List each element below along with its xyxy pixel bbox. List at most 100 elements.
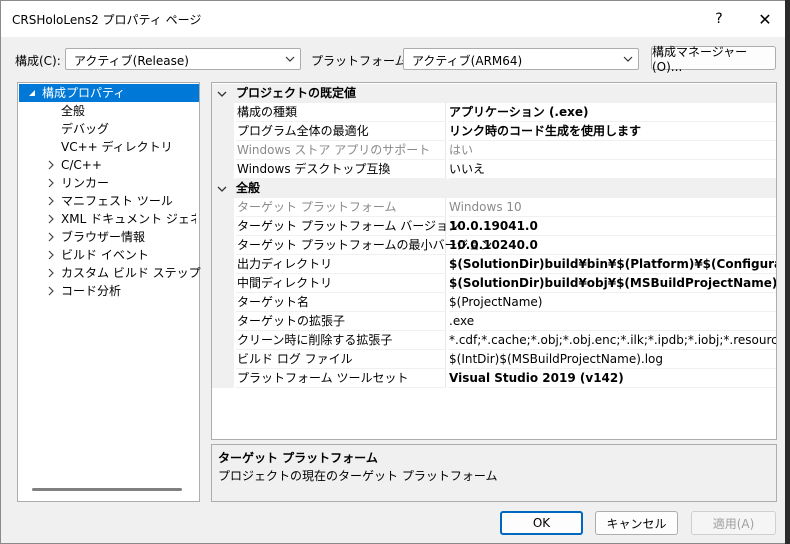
cancel-label: キャンセル <box>606 516 667 531</box>
tree-item-label: 構成プロパティ <box>42 86 126 100</box>
apply-button[interactable]: 適用(A) <box>691 511 776 535</box>
tree-item-label: ビルド イベント <box>61 248 149 262</box>
category-general[interactable]: 全般 <box>212 179 776 198</box>
row-gutter <box>212 160 234 179</box>
row-gutter <box>212 312 234 331</box>
chevron-down-icon <box>285 56 295 62</box>
property-value[interactable]: $(SolutionDir)build¥bin¥$(Platform)¥$(Co… <box>449 255 776 274</box>
property-value[interactable]: リンク時のコード生成を使用します <box>449 122 776 141</box>
tree-item-label: C/C++ <box>61 158 102 172</box>
property-name: ターゲット プラットフォームの最小バージョン <box>236 236 492 255</box>
property-value[interactable]: .exe <box>449 312 776 331</box>
property-tree[interactable]: 構成プロパティ 全般 デバッグ VC++ ディレクトリ C/C++ リンカー マ… <box>17 82 201 502</box>
apply-label: 適用(A) <box>712 516 755 531</box>
property-name: プログラム全体の最適化 <box>236 122 446 141</box>
grid-row[interactable]: 出力ディレクトリ $(SolutionDir)build¥bin¥$(Platf… <box>212 255 776 274</box>
property-value[interactable]: $(SolutionDir)build¥obj¥$(MSBuildProject… <box>449 274 776 293</box>
category-project-defaults[interactable]: プロジェクトの既定値 <box>212 84 776 103</box>
property-name: 出力ディレクトリ <box>236 255 446 274</box>
chevron-down-icon <box>217 186 227 192</box>
property-name: ターゲットの拡張子 <box>236 312 446 331</box>
tree-item-label: VC++ ディレクトリ <box>61 140 173 154</box>
grid-row[interactable]: ビルド ログ ファイル $(IntDir)$(MSBuildProjectNam… <box>212 350 776 369</box>
platform-select[interactable]: アクティブ(ARM64) <box>403 48 639 70</box>
property-value[interactable]: *.cdf;*.cache;*.obj;*.obj.enc;*.ilk;*.ip… <box>449 331 776 350</box>
description-panel: ターゲット プラットフォーム プロジェクトの現在のターゲット プラットフォーム <box>211 444 777 502</box>
tree-item-label: ブラウザー情報 <box>61 230 146 244</box>
row-gutter <box>212 350 234 369</box>
property-value[interactable]: Windows 10 <box>449 198 776 217</box>
tree-item-debugging[interactable]: デバッグ <box>61 120 109 138</box>
grid-row[interactable]: ターゲット プラットフォーム バージョン 10.0.19041.0 <box>212 217 776 236</box>
tree-item-label: マニフェスト ツール <box>61 194 173 208</box>
property-pages-dialog: CRSHoloLens2 プロパティ ページ ? ✕ 構成(C): アクティブ(… <box>0 0 786 544</box>
tree-item-label: 全般 <box>61 104 86 118</box>
description-title: ターゲット プラットフォーム <box>218 451 378 465</box>
chevron-down-icon <box>217 91 227 97</box>
category-label: プロジェクトの既定値 <box>236 86 357 100</box>
cancel-button[interactable]: キャンセル <box>595 511 678 535</box>
collapsed-arrow-icon <box>48 214 54 224</box>
collapsed-arrow-icon <box>48 250 54 260</box>
row-gutter <box>212 274 234 293</box>
row-gutter <box>212 331 234 350</box>
tree-item-general[interactable]: 全般 <box>61 102 85 120</box>
property-value[interactable]: はい <box>449 141 776 160</box>
window-title: CRSHoloLens2 プロパティ ページ <box>12 13 202 27</box>
row-gutter <box>212 198 234 217</box>
row-gutter <box>212 141 234 160</box>
collapsed-arrow-icon <box>48 178 54 188</box>
property-value[interactable]: アプリケーション (.exe) <box>449 103 776 122</box>
close-icon: ✕ <box>758 9 772 29</box>
configuration-label: 構成(C): <box>15 54 61 68</box>
tree-item-label: カスタム ビルド ステップ <box>61 266 201 280</box>
grid-row[interactable]: Windows デスクトップ互換 いいえ <box>212 160 776 179</box>
collapsed-arrow-icon <box>48 232 54 242</box>
configuration-select[interactable]: アクティブ(Release) <box>65 48 301 70</box>
property-name: ターゲット プラットフォーム <box>236 198 446 217</box>
property-value[interactable]: いいえ <box>449 160 776 179</box>
grid-row[interactable]: プラットフォーム ツールセット Visual Studio 2019 (v142… <box>212 369 776 388</box>
ok-button[interactable]: OK <box>500 511 583 535</box>
grid-row[interactable]: ターゲット プラットフォームの最小バージョン 10.0.10240.0 <box>212 236 776 255</box>
grid-row[interactable]: プログラム全体の最適化 リンク時のコード生成を使用します <box>212 122 776 141</box>
description-text: プロジェクトの現在のターゲット プラットフォーム <box>218 469 498 483</box>
platform-value: アクティブ(ARM64) <box>412 54 523 68</box>
grid-row[interactable]: ターゲット名 $(ProjectName) <box>212 293 776 312</box>
grid-row[interactable]: クリーン時に削除する拡張子 *.cdf;*.cache;*.obj;*.obj.… <box>212 331 776 350</box>
property-value[interactable]: $(ProjectName) <box>449 293 776 312</box>
tree-item-label: デバッグ <box>61 122 110 136</box>
property-name: ターゲット名 <box>236 293 446 312</box>
tree-item-vcpp-directories[interactable]: VC++ ディレクトリ <box>61 138 173 156</box>
property-grid[interactable]: プロジェクトの既定値 構成の種類 アプリケーション (.exe) プログラム全体… <box>211 82 777 440</box>
row-gutter <box>212 217 234 236</box>
collapsed-arrow-icon <box>48 160 54 170</box>
help-button[interactable]: ? <box>700 5 738 33</box>
property-name: 中間ディレクトリ <box>236 274 446 293</box>
tree-horizontal-scrollbar[interactable] <box>32 488 182 491</box>
grid-row[interactable]: 構成の種類 アプリケーション (.exe) <box>212 103 776 122</box>
tree-item-xml-doc-generator[interactable]: XML ドキュメント ジェネレーター <box>46 210 196 228</box>
row-gutter <box>212 103 234 122</box>
close-button[interactable]: ✕ <box>746 5 784 33</box>
row-gutter <box>212 255 234 274</box>
background-strip <box>785 0 790 544</box>
property-value[interactable]: $(IntDir)$(MSBuildProjectName).log <box>449 350 776 369</box>
property-value[interactable]: Visual Studio 2019 (v142) <box>449 369 776 388</box>
grid-row[interactable]: ターゲットの拡張子 .exe <box>212 312 776 331</box>
configuration-manager-button[interactable]: 構成マネージャー(O)... <box>651 45 776 74</box>
grid-row[interactable]: 中間ディレクトリ $(SolutionDir)build¥obj¥$(MSBui… <box>212 274 776 293</box>
property-name: クリーン時に削除する拡張子 <box>236 331 446 350</box>
category-label: 全般 <box>236 181 261 195</box>
row-gutter <box>212 236 234 255</box>
tree-item-configuration-properties[interactable]: 構成プロパティ <box>19 84 199 102</box>
property-value[interactable]: 10.0.10240.0 <box>449 236 776 255</box>
property-name: ターゲット プラットフォーム バージョン <box>236 217 460 236</box>
property-value[interactable]: 10.0.19041.0 <box>449 217 776 236</box>
row-gutter <box>212 369 234 388</box>
grid-row[interactable]: ターゲット プラットフォーム Windows 10 <box>212 198 776 217</box>
collapsed-arrow-icon <box>48 286 54 296</box>
chevron-down-icon <box>623 56 633 62</box>
property-name: 構成の種類 <box>236 103 446 122</box>
grid-row[interactable]: Windows ストア アプリのサポート はい <box>212 141 776 160</box>
